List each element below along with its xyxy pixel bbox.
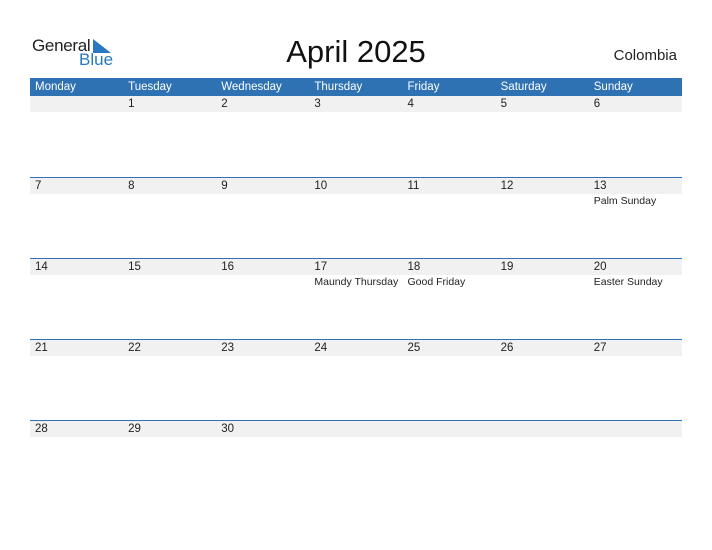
holiday-label bbox=[30, 194, 123, 210]
day-number: 30 bbox=[221, 423, 235, 435]
holiday-label bbox=[496, 356, 589, 372]
weekday-wednesday: Wednesday bbox=[221, 81, 282, 93]
holiday-label bbox=[123, 356, 216, 372]
holiday-label: Good Friday bbox=[407, 276, 466, 288]
day-number: 16 bbox=[221, 261, 235, 273]
day-number: 25 bbox=[407, 342, 421, 354]
weekday-header: Monday Tuesday Wednesday Thursday Friday… bbox=[30, 78, 682, 96]
weekday-friday: Friday bbox=[407, 81, 440, 93]
day-number: 27 bbox=[593, 342, 607, 354]
weekday-monday: Monday bbox=[35, 81, 76, 93]
event-row: Palm Sunday bbox=[30, 194, 682, 210]
holiday-label bbox=[216, 194, 309, 210]
holiday-label bbox=[123, 437, 216, 453]
holiday-label bbox=[30, 356, 123, 372]
day-number bbox=[30, 96, 123, 112]
day-number: 9 bbox=[221, 180, 228, 192]
holiday-label bbox=[216, 112, 309, 128]
day-number: 13 bbox=[593, 180, 607, 192]
holiday-label bbox=[216, 275, 309, 291]
day-number: 4 bbox=[407, 98, 414, 110]
day-number: 14 bbox=[35, 261, 48, 273]
holiday-label: Maundy Thursday bbox=[314, 276, 399, 288]
holiday-label bbox=[589, 437, 682, 453]
holiday-label bbox=[30, 275, 123, 291]
holiday-label: Palm Sunday bbox=[593, 195, 657, 207]
weekday-sunday: Sunday bbox=[593, 81, 633, 93]
week-row: 28 29 30 bbox=[30, 420, 682, 501]
day-number: 29 bbox=[128, 423, 141, 435]
day-number: 6 bbox=[593, 98, 601, 110]
day-number: 28 bbox=[35, 423, 48, 435]
holiday-label bbox=[309, 437, 402, 453]
holiday-label bbox=[496, 112, 589, 128]
holiday-label bbox=[589, 356, 682, 372]
holiday-label bbox=[589, 112, 682, 128]
holiday-label bbox=[30, 112, 123, 128]
day-number: 20 bbox=[593, 261, 607, 273]
week-row: 7 8 9 10 11 12 13 Palm Sunday bbox=[30, 177, 682, 258]
holiday-label bbox=[496, 194, 589, 210]
country-label: Colombia bbox=[613, 47, 677, 64]
day-number: 24 bbox=[314, 342, 328, 354]
day-number: 18 bbox=[407, 261, 421, 273]
calendar-grid: Monday Tuesday Wednesday Thursday Friday… bbox=[30, 78, 682, 501]
day-number: 26 bbox=[500, 342, 514, 354]
day-number: 3 bbox=[314, 98, 321, 110]
day-number: 22 bbox=[128, 342, 141, 354]
event-row: Maundy Thursday Good Friday Easter Sunday bbox=[30, 275, 682, 291]
holiday-label bbox=[123, 112, 216, 128]
holiday-label bbox=[496, 275, 589, 291]
day-number bbox=[309, 421, 402, 437]
day-number: 1 bbox=[128, 98, 135, 110]
day-number-row: 7 8 9 10 11 12 13 bbox=[30, 178, 682, 194]
week-row: 1 2 3 4 5 6 bbox=[30, 96, 682, 177]
day-number: 12 bbox=[500, 180, 514, 192]
day-number-row: 1 2 3 4 5 6 bbox=[30, 96, 682, 112]
week-row: 21 22 23 24 25 26 27 bbox=[30, 339, 682, 420]
week-row: 14 15 16 17 18 19 20 Maundy Thursday Good Friday… bbox=[30, 258, 682, 339]
weekday-tuesday: Tuesday bbox=[128, 81, 172, 93]
holiday-label bbox=[403, 437, 496, 453]
holiday-label bbox=[30, 437, 123, 453]
weekday-saturday: Saturday bbox=[500, 81, 547, 93]
event-row bbox=[30, 437, 682, 453]
holiday-label bbox=[496, 437, 589, 453]
day-number: 11 bbox=[407, 180, 420, 192]
page-title: April 2025 bbox=[286, 34, 426, 69]
holiday-label bbox=[403, 112, 496, 128]
holiday-label bbox=[309, 356, 402, 372]
event-row bbox=[30, 356, 682, 372]
day-number bbox=[403, 421, 496, 437]
holiday-label bbox=[403, 194, 496, 210]
day-number: 5 bbox=[500, 98, 508, 110]
day-number bbox=[496, 421, 589, 437]
holiday-label bbox=[309, 194, 402, 210]
holiday-label bbox=[403, 356, 496, 372]
holiday-label bbox=[216, 356, 309, 372]
day-number-row: 21 22 23 24 25 26 27 bbox=[30, 340, 682, 356]
day-number bbox=[589, 421, 682, 437]
day-number-row: 28 29 30 bbox=[30, 421, 682, 437]
holiday-label bbox=[123, 194, 216, 210]
day-number: 17 bbox=[314, 261, 328, 273]
holiday-label bbox=[216, 437, 309, 453]
day-number: 10 bbox=[314, 180, 328, 192]
day-number: 8 bbox=[128, 180, 135, 192]
holiday-label bbox=[309, 112, 402, 128]
holiday-label: Easter Sunday bbox=[593, 276, 663, 288]
weekday-thursday: Thursday bbox=[314, 81, 363, 93]
day-number-row: 14 15 16 17 18 19 20 bbox=[30, 259, 682, 275]
event-row bbox=[30, 112, 682, 128]
day-number: 21 bbox=[35, 342, 48, 354]
holiday-label bbox=[123, 275, 216, 291]
day-number: 23 bbox=[221, 342, 235, 354]
day-number: 2 bbox=[221, 98, 228, 110]
day-number: 19 bbox=[500, 261, 514, 273]
day-number: 7 bbox=[35, 180, 42, 192]
day-number: 15 bbox=[128, 261, 141, 273]
